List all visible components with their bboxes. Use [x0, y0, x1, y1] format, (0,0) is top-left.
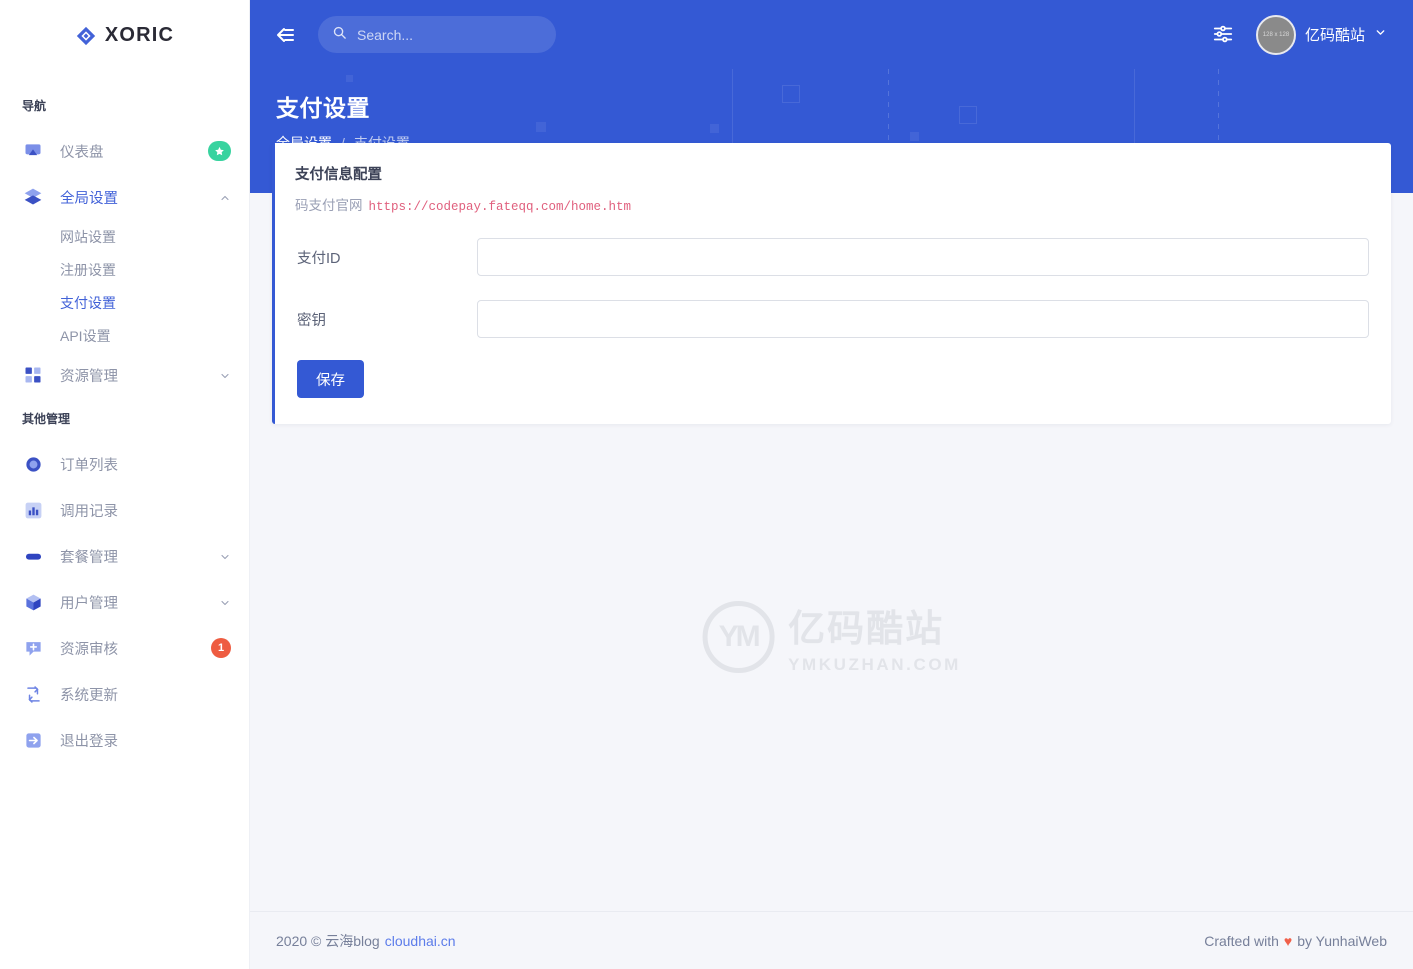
secret-key-input[interactable]: [477, 300, 1369, 338]
sidebar-item-order-list[interactable]: 订单列表: [0, 441, 249, 487]
heart-icon: ♥: [1283, 932, 1293, 949]
card-subtitle: 码支付官网 https://codepay.fateqq.com/home.ht…: [295, 194, 1369, 214]
sidebar-item-label: 全局设置: [60, 190, 118, 207]
watermark-en: YMKUZHAN.COM: [788, 655, 961, 674]
chat-plus-icon: [22, 637, 44, 659]
main-area: 128 x 128 亿码酷站 支付设置 全局设置 /: [250, 0, 1413, 969]
card-title: 支付信息配置: [295, 167, 382, 183]
sidebar-subitem-site-settings[interactable]: 网站设置: [0, 220, 249, 253]
form-actions: 保存: [295, 360, 1369, 398]
sidebar-item-resource-review[interactable]: 资源审核 1: [0, 625, 249, 671]
form-row-payment-id: 支付ID: [295, 238, 1369, 276]
nav-section-heading: 导航: [22, 99, 47, 113]
user-name: 亿码酷站: [1304, 27, 1365, 44]
chevron-down-icon[interactable]: [219, 550, 231, 562]
sidebar-nav: 导航 仪表盘 全局设置 网站设置 注册设置 支付设置 API设置 资源管理 其他…: [0, 71, 249, 763]
page-title: 支付设置: [276, 95, 370, 121]
payment-settings-card: 支付信息配置 码支付官网 https://codepay.fateqq.com/…: [272, 143, 1391, 424]
sidebar-subitem-register-settings[interactable]: 注册设置: [0, 253, 249, 286]
chevron-down-icon[interactable]: [219, 596, 231, 608]
footer-credit-suffix: by YunhaiWeb: [1297, 932, 1387, 949]
footer-credit: Crafted with ♥ by YunhaiWeb: [1204, 933, 1387, 949]
status-badge-star: [208, 141, 231, 161]
sidebar-item-label: 注册设置: [60, 261, 116, 278]
brand-name: XORIC: [104, 24, 175, 46]
sidebar-item-label: 系统更新: [60, 687, 118, 704]
footer-site-link[interactable]: cloudhai.cn: [385, 933, 456, 949]
refresh-sync-icon: [22, 683, 44, 705]
user-menu[interactable]: 128 x 128 亿码酷站: [1255, 14, 1387, 55]
chevron-down-icon[interactable]: [1374, 26, 1387, 44]
sidebar-item-resource-management[interactable]: 资源管理: [0, 352, 249, 398]
sidebar: XORIC 导航 仪表盘 全局设置 网站设置 注册设置 支付设置 API设置 资…: [0, 0, 250, 969]
search-input[interactable]: [357, 26, 542, 43]
sidebar-item-label: 资源审核: [60, 641, 118, 658]
capsule-icon: [22, 545, 44, 567]
site-watermark: YM 亿码酷站 YMKUZHAN.COM: [702, 598, 961, 675]
watermark-cn: 亿码酷站: [788, 608, 945, 649]
sidebar-item-logout[interactable]: 退出登录: [0, 717, 249, 763]
sidebar-item-label: 仪表盘: [60, 144, 104, 161]
status-badge-count: 1: [211, 638, 231, 658]
sidebar-item-label: 订单列表: [60, 457, 118, 474]
decor-square: [536, 122, 546, 132]
diamond-logo-icon: [75, 25, 97, 47]
cube-icon: [22, 591, 44, 613]
decor-square: [346, 75, 353, 82]
sidebar-item-user-management[interactable]: 用户管理: [0, 579, 249, 625]
other-section-heading: 其他管理: [22, 412, 71, 426]
circle-ring-icon: [22, 453, 44, 475]
sidebar-item-call-records[interactable]: 调用记录: [0, 487, 249, 533]
avatar: 128 x 128: [1255, 14, 1296, 55]
watermark-logo-icon: YM: [702, 600, 775, 673]
sidebar-item-label: 调用记录: [60, 503, 118, 520]
form-row-secret-key: 密钥: [295, 300, 1369, 338]
logout-arrow-icon: [22, 729, 44, 751]
search-box[interactable]: [318, 16, 556, 53]
search-icon: [332, 25, 347, 45]
footer-credit-prefix: Crafted with: [1204, 932, 1279, 949]
decor-square: [710, 124, 719, 133]
collapse-left-icon[interactable]: [270, 20, 300, 50]
grid-squares-icon: [22, 364, 44, 386]
dashboard-monitor-icon: [22, 140, 44, 162]
sidebar-item-package-management[interactable]: 套餐管理: [0, 533, 249, 579]
footer-copyright-text: 2020 © 云海blog: [276, 932, 380, 949]
sidebar-item-label: 支付设置: [60, 294, 116, 311]
sidebar-subitem-payment-settings[interactable]: 支付设置: [0, 286, 249, 319]
sidebar-item-label: 资源管理: [60, 368, 118, 385]
sidebar-item-label: 用户管理: [60, 595, 118, 612]
sidebar-item-label: API设置: [60, 327, 111, 344]
sidebar-item-label: 网站设置: [60, 228, 116, 245]
card-sub-label: 码支付官网: [295, 198, 363, 213]
content-area: YM 亿码酷站 YMKUZHAN.COM 支付信息配置 码支付官网 https:…: [250, 143, 1413, 911]
topbar-right: 128 x 128 亿码酷站: [1212, 14, 1387, 55]
payment-id-input[interactable]: [477, 238, 1369, 276]
chevron-down-icon[interactable]: [219, 369, 231, 381]
chevron-up-icon[interactable]: [219, 191, 231, 203]
layers-icon: [22, 186, 44, 208]
codepay-official-url[interactable]: https://codepay.fateqq.com/home.htm: [369, 200, 632, 214]
sidebar-item-label: 退出登录: [60, 733, 118, 750]
page-footer: 2020 © 云海blog cloudhai.cn Crafted with ♥…: [250, 911, 1413, 969]
bar-chart-icon: [22, 499, 44, 521]
sidebar-item-global-settings[interactable]: 全局设置: [0, 174, 249, 220]
sidebar-item-dashboard[interactable]: 仪表盘: [0, 128, 249, 174]
secret-key-label: 密钥: [297, 312, 326, 329]
footer-copyright: 2020 © 云海blog cloudhai.cn: [276, 931, 456, 951]
sidebar-item-system-update[interactable]: 系统更新: [0, 671, 249, 717]
watermark-text: 亿码酷站 YMKUZHAN.COM: [788, 598, 961, 675]
save-button[interactable]: 保存: [297, 360, 364, 398]
brand-logo[interactable]: XORIC: [0, 0, 249, 71]
top-header-bar: 128 x 128 亿码酷站: [250, 0, 1413, 69]
payment-id-label: 支付ID: [297, 250, 341, 267]
sliders-settings-icon[interactable]: [1212, 23, 1236, 47]
sidebar-subitem-api-settings[interactable]: API设置: [0, 319, 249, 352]
sidebar-item-label: 套餐管理: [60, 549, 118, 566]
